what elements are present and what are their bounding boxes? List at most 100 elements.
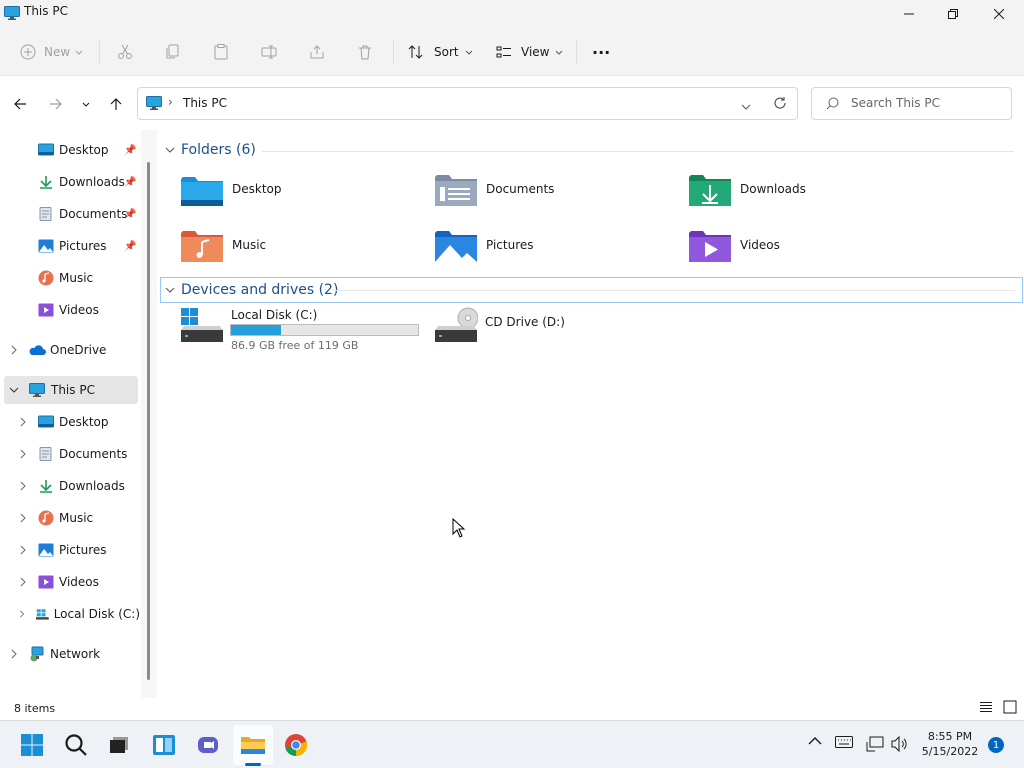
sidebar-item-pictures[interactable]: Pictures 📌 [38,231,138,261]
sidebar-item-desktop[interactable]: Desktop 📌 [38,135,138,165]
maximize-button[interactable] [930,0,976,28]
teams-chat-icon [198,737,218,753]
folder-tile-documents[interactable]: Documents [434,173,554,209]
taskbar: 8:55 PM 5/15/2022 1 [0,720,1024,768]
chevron-right-icon [20,513,26,523]
keyboard-tray-button[interactable] [835,736,853,748]
new-button[interactable]: New [20,38,83,66]
more-options-icon: ··· [592,42,611,62]
copy-button[interactable] [165,38,181,66]
details-view-button[interactable] [979,701,993,716]
folder-label: Music [232,238,267,252]
address-bar[interactable]: › This PC [137,87,798,120]
toolbar-divider [393,40,394,64]
paste-button[interactable] [213,38,229,66]
clock-button[interactable]: 8:55 PM 5/15/2022 [918,729,982,759]
sidebar-item-pc-desktop[interactable]: Desktop [18,407,138,437]
taskbar-search-button[interactable] [60,729,92,761]
sidebar-item-pc-pictures[interactable]: Pictures [18,535,138,565]
chevron-down-icon [165,287,175,293]
chevron-up-icon [808,737,822,745]
toolbar-divider [99,40,100,64]
toolbar-divider [576,40,577,64]
drive-usage-fill [231,325,282,335]
minimize-button[interactable] [886,0,932,28]
rename-button[interactable] [261,38,277,66]
network-tray-button[interactable] [866,736,884,752]
sidebar-item-pc-local-disk[interactable]: Local Disk (C:) [18,599,140,629]
sidebar-item-pc-videos[interactable]: Videos [18,567,138,597]
folders-group-header[interactable]: Folders (6) [165,139,256,161]
teams-chat-button[interactable] [192,729,224,761]
sidebar-item-network[interactable]: Network [9,639,139,669]
sidebar-item-music[interactable]: Music [38,263,138,293]
file-explorer-taskbar-button[interactable] [237,729,269,761]
document-icon [39,207,52,221]
pin-icon: 📌 [124,176,137,188]
delete-button[interactable] [357,38,373,66]
videos-icon [38,303,54,317]
desktop-icon [38,143,54,156]
view-button[interactable]: View [496,38,563,66]
notification-badge[interactable]: 1 [988,737,1004,753]
sidebar-item-this-pc[interactable]: This PC [9,375,139,405]
sidebar-item-pc-documents[interactable]: Documents [18,439,138,469]
recent-locations-button[interactable] [74,90,98,118]
close-button[interactable] [976,0,1022,28]
sidebar-item-label: Network [50,647,101,661]
cut-button[interactable] [117,38,133,66]
back-button[interactable] [8,90,32,118]
sidebar-item-videos[interactable]: Videos [38,295,138,325]
drive-tile-local-disk[interactable]: Local Disk (C:) 86.9 GB free of 119 GB [180,306,420,354]
task-view-button[interactable] [103,729,135,761]
folder-tile-music[interactable]: Music [180,229,266,265]
folder-tile-downloads[interactable]: Downloads [688,173,806,209]
more-options-button[interactable]: ··· [592,38,610,66]
pin-icon: 📌 [124,144,137,156]
sidebar-item-onedrive[interactable]: OneDrive [9,335,139,365]
drive-tile-cd-drive[interactable]: CD Drive (D:) [434,306,674,354]
search-box[interactable]: Search This PC [811,87,1012,120]
widgets-button[interactable] [148,729,180,761]
chevron-right-icon [20,449,26,459]
sort-icon [408,45,423,59]
search-input[interactable]: Search This PC [851,96,940,110]
sidebar-item-label: Videos [59,575,99,589]
folder-tile-desktop[interactable]: Desktop [180,173,282,209]
sidebar-item-label: Pictures [59,543,107,557]
sidebar-item-pc-music[interactable]: Music [18,503,138,533]
rename-icon [261,45,277,59]
plus-circle-icon [20,44,36,60]
forward-button[interactable] [44,90,68,118]
start-button[interactable] [16,729,48,761]
share-button[interactable] [309,38,325,66]
up-button[interactable] [104,90,128,118]
sidebar-item-label: Documents [59,207,128,221]
sidebar-item-label: Desktop [59,143,109,157]
sidebar-item-label: Downloads [59,175,125,189]
group-divider [262,151,1014,152]
devices-group-header[interactable]: Devices and drives (2) [165,279,338,301]
network-monitor-icon [866,736,884,752]
breadcrumb-separator: › [168,95,173,109]
chevron-right-icon [11,649,17,659]
address-history-button[interactable] [741,100,751,114]
sidebar-item-pc-downloads[interactable]: Downloads [18,471,138,501]
refresh-button[interactable] [773,96,787,113]
sidebar-item-label: This PC [51,383,95,397]
sidebar-item-downloads[interactable]: Downloads 📌 [38,167,138,197]
close-icon [994,9,1004,19]
folder-tile-pictures[interactable]: Pictures [434,229,534,265]
search-icon [826,97,839,113]
folder-tile-videos[interactable]: Videos [688,229,780,265]
breadcrumb-this-pc[interactable]: This PC [183,96,227,110]
clock-date: 5/15/2022 [921,745,979,758]
sidebar-item-documents[interactable]: Documents 📌 [38,199,138,229]
volume-tray-button[interactable] [891,736,909,752]
sidebar-scrollbar-thumb[interactable] [147,162,150,680]
chrome-taskbar-button[interactable] [280,729,312,761]
tiles-view-button[interactable] [1003,700,1017,717]
sort-button[interactable]: Sort [408,38,473,66]
show-hidden-icons-button[interactable] [808,736,822,746]
drive-name: CD Drive (D:) [485,315,565,329]
